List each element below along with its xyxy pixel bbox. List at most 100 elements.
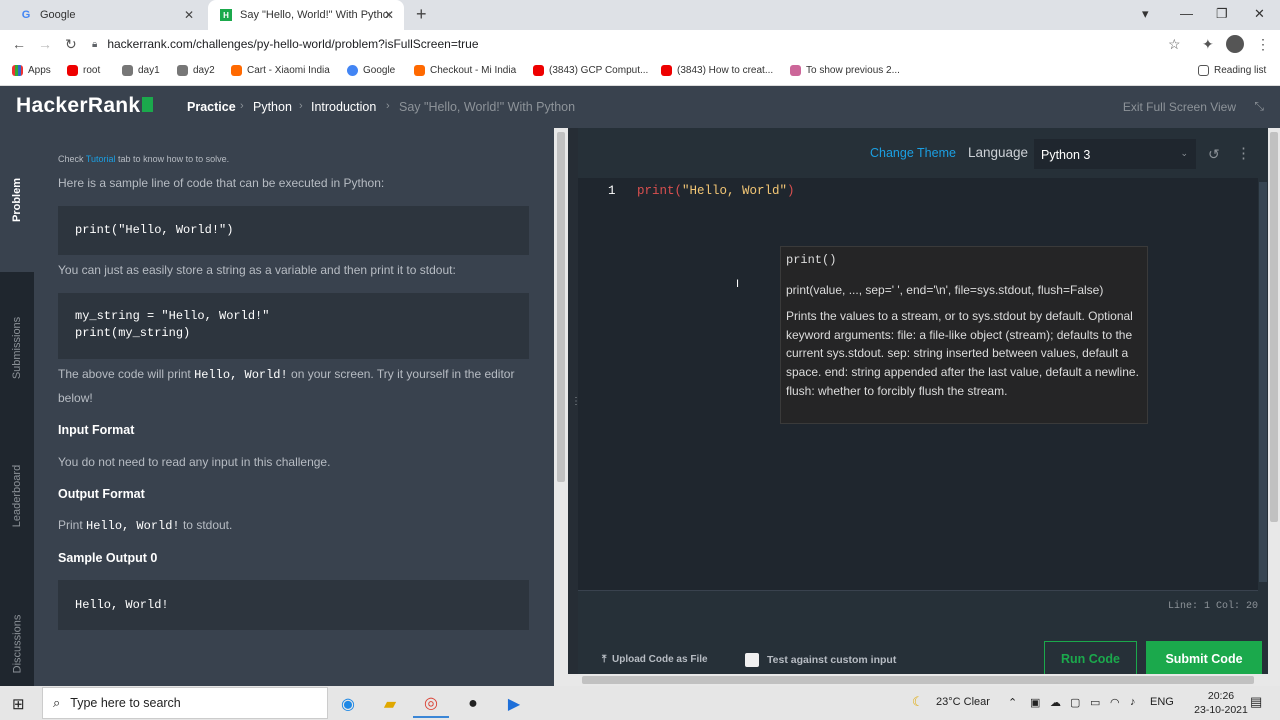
hackerrank-logo[interactable]: HackerRank bbox=[16, 94, 154, 118]
onedrive-icon[interactable]: ☁ bbox=[1050, 696, 1061, 709]
mi-icon bbox=[231, 65, 242, 76]
bookmark-gcp[interactable]: (3843) GCP Comput... bbox=[533, 65, 648, 76]
new-tab-icon[interactable]: + bbox=[416, 4, 427, 25]
custom-input-label[interactable]: Test against custom input bbox=[767, 654, 896, 666]
input-format-heading: Input Format bbox=[58, 423, 135, 437]
bookmark-label: (3843) GCP Comput... bbox=[549, 65, 649, 76]
security-icon[interactable]: ▢ bbox=[1070, 696, 1080, 709]
bookmark-day2[interactable]: day2 bbox=[177, 65, 215, 76]
edge-icon[interactable]: ◉ bbox=[330, 690, 366, 718]
forward-icon[interactable]: → bbox=[38, 36, 52, 52]
volume-icon[interactable]: ♪ bbox=[1130, 696, 1136, 708]
browser-tab-google[interactable]: G Google ✕ bbox=[8, 0, 204, 30]
bookmark-mi-checkout[interactable]: Checkout - Mi India bbox=[414, 65, 516, 76]
network-icon[interactable]: ▣ bbox=[1030, 696, 1040, 709]
browser-tab-bar: G Google ✕ H Say "Hello, World!" With Py… bbox=[0, 0, 1280, 30]
bookmark-apps[interactable]: Apps bbox=[12, 65, 51, 76]
tutorial-note: Check Tutorial tab to know how to to sol… bbox=[58, 154, 229, 164]
paragraph-3-line2: below! bbox=[58, 391, 93, 405]
bookmark-label: Apps bbox=[28, 65, 51, 76]
extensions-icon[interactable]: ✦ bbox=[1202, 36, 1214, 53]
language-value: Python 3 bbox=[1041, 148, 1091, 162]
panel-divider[interactable] bbox=[568, 128, 578, 686]
weather-text[interactable]: 23°C Clear bbox=[936, 696, 990, 708]
scrollbar-thumb[interactable] bbox=[1270, 132, 1278, 522]
bookmark-day1[interactable]: day1 bbox=[122, 65, 160, 76]
profile-menu-icon[interactable]: ▾ bbox=[1142, 6, 1149, 22]
bookmark-show-previous[interactable]: To show previous 2... bbox=[790, 65, 900, 76]
upload-code-link[interactable]: ⤒ Upload Code as File bbox=[602, 654, 708, 665]
collapse-icon[interactable]: ⤡ bbox=[1254, 99, 1264, 114]
close-tab-icon[interactable]: ✕ bbox=[384, 8, 394, 22]
code-editor[interactable]: 1 print("Hello, World") I print() print(… bbox=[578, 178, 1258, 590]
tutorial-link[interactable]: Tutorial bbox=[86, 154, 116, 164]
tab-leaderboard[interactable]: Leaderboard bbox=[0, 424, 34, 568]
youtube-icon bbox=[67, 65, 78, 76]
back-icon[interactable]: ← bbox=[12, 36, 26, 52]
bookmarks-bar: Apps root day1 day2 Cart - Xiaomi India … bbox=[0, 60, 1280, 86]
taskbar-search-input[interactable]: ⌕ Type here to search bbox=[42, 687, 328, 719]
close-window-icon[interactable]: ✕ bbox=[1254, 6, 1265, 22]
site-header: HackerRank Practice › Python › Introduct… bbox=[0, 86, 1280, 128]
language-select[interactable]: Python 3 ⌄ bbox=[1034, 139, 1196, 169]
minimize-icon[interactable]: — bbox=[1180, 6, 1193, 21]
signature-tooltip: print() print(value, ..., sep=' ', end='… bbox=[780, 246, 1148, 424]
chrome-menu-icon[interactable]: ⋮ bbox=[1256, 36, 1270, 53]
run-code-button[interactable]: Run Code bbox=[1044, 641, 1137, 676]
chevron-up-icon[interactable]: ⌃ bbox=[1008, 696, 1017, 709]
breadcrumb-introduction[interactable]: Introduction bbox=[311, 100, 376, 114]
reset-icon[interactable]: ↺ bbox=[1208, 146, 1220, 163]
inline-code: Hello, World! bbox=[194, 368, 288, 382]
bookmark-how-to[interactable]: (3843) How to creat... bbox=[661, 65, 773, 76]
close-tab-icon[interactable]: ✕ bbox=[184, 8, 194, 22]
tab-title: Say "Hello, World!" With Python bbox=[240, 9, 390, 21]
submit-code-button[interactable]: Submit Code bbox=[1146, 641, 1262, 676]
system-clock[interactable]: 20:26 23-10-2021 bbox=[1193, 689, 1249, 717]
url-input[interactable]: 🔒︎ hackerrank.com/challenges/py-hello-wo… bbox=[92, 34, 1192, 54]
avatar[interactable] bbox=[1226, 35, 1244, 53]
chrome-icon[interactable]: ◎ bbox=[413, 690, 449, 718]
code-line[interactable]: print("Hello, World") bbox=[637, 184, 795, 198]
sample-output-box: Hello, World! bbox=[58, 580, 529, 630]
intro-text: Here is a sample line of code that can b… bbox=[58, 176, 385, 190]
para-text: on your screen. Try it yourself in the e… bbox=[287, 367, 515, 381]
media-app-icon[interactable]: ▶ bbox=[496, 690, 532, 718]
scrollbar-thumb[interactable] bbox=[557, 132, 565, 482]
para-text: to stdout. bbox=[179, 518, 233, 532]
exit-fullscreen-link[interactable]: Exit Full Screen View bbox=[1123, 100, 1236, 114]
tab-problem[interactable]: Problem bbox=[0, 128, 34, 272]
reading-list[interactable]: Reading list bbox=[1198, 65, 1266, 76]
browser-tab-hackerrank[interactable]: H Say "Hello, World!" With Python ✕ bbox=[208, 0, 404, 30]
logo-block bbox=[142, 97, 154, 112]
scrollbar-thumb[interactable] bbox=[1259, 182, 1267, 582]
wifi-icon[interactable]: ◠ bbox=[1110, 696, 1120, 709]
bookmark-root[interactable]: root bbox=[67, 65, 100, 76]
google-icon: G bbox=[21, 9, 31, 21]
bookmark-xiaomi-cart[interactable]: Cart - Xiaomi India bbox=[231, 65, 330, 76]
windows-start-icon[interactable]: ⊞ bbox=[12, 695, 25, 713]
file-explorer-icon[interactable]: ▰ bbox=[372, 690, 408, 718]
chevron-right-icon: › bbox=[386, 100, 390, 112]
obs-icon[interactable]: ● bbox=[455, 690, 491, 718]
change-theme-link[interactable]: Change Theme bbox=[870, 146, 956, 160]
page-scrollbar[interactable] bbox=[1268, 128, 1280, 686]
breadcrumb-practice[interactable]: Practice bbox=[187, 100, 236, 114]
horizontal-scrollbar[interactable] bbox=[568, 674, 1268, 686]
maximize-icon[interactable]: ❐ bbox=[1216, 6, 1228, 22]
para-text: Print bbox=[58, 518, 87, 532]
mi-icon bbox=[414, 65, 425, 76]
scrollbar-thumb[interactable] bbox=[582, 676, 1254, 684]
notifications-icon[interactable]: ▤ bbox=[1250, 694, 1262, 710]
breadcrumb-python[interactable]: Python bbox=[253, 100, 292, 114]
spinner-icon bbox=[790, 65, 801, 76]
input-language[interactable]: ENG bbox=[1150, 696, 1174, 708]
tab-submissions[interactable]: Submissions bbox=[0, 276, 34, 420]
battery-icon[interactable]: ▭ bbox=[1090, 696, 1100, 709]
reload-icon[interactable]: ↻ bbox=[65, 36, 77, 53]
input-format-text: You do not need to read any input in thi… bbox=[58, 455, 331, 469]
more-options-icon[interactable]: ⋮ bbox=[1236, 144, 1251, 162]
bookmark-google[interactable]: Google bbox=[347, 65, 395, 76]
custom-input-checkbox[interactable] bbox=[745, 653, 759, 667]
problem-scrollbar[interactable] bbox=[554, 128, 568, 686]
editor-scrollbar[interactable] bbox=[1258, 178, 1268, 590]
